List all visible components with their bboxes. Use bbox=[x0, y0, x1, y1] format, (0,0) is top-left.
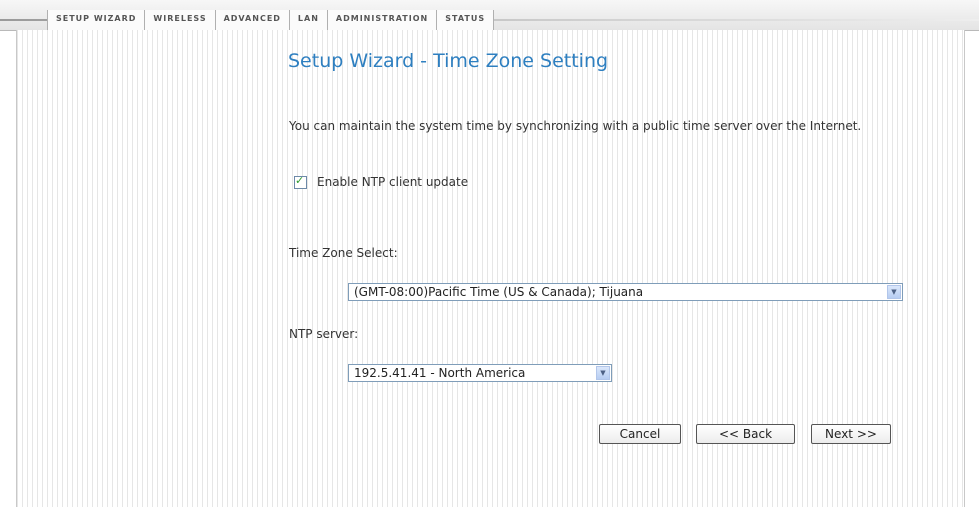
time-zone-value: (GMT-08:00)Pacific Time (US & Canada); T… bbox=[354, 285, 644, 299]
tab-lan[interactable]: LAN bbox=[288, 10, 328, 30]
time-zone-label: Time Zone Select: bbox=[289, 246, 398, 260]
tab-administration[interactable]: Administration bbox=[326, 10, 438, 30]
ntp-server-value: 192.5.41.41 - North America bbox=[354, 366, 526, 380]
ntp-server-dropdown-button[interactable]: ▼ bbox=[596, 366, 610, 380]
ntp-enable-row: ✓ Enable NTP client update bbox=[294, 173, 469, 189]
nav-tabs: Setup Wizard Wireless Advanced LAN Admin… bbox=[47, 10, 495, 30]
page-description: You can maintain the system time by sync… bbox=[289, 119, 862, 133]
top-nav-bar: Setup Wizard Wireless Advanced LAN Admin… bbox=[0, 0, 979, 31]
tab-advanced[interactable]: Advanced bbox=[214, 10, 290, 30]
time-zone-select[interactable]: (GMT-08:00)Pacific Time (US & Canada); T… bbox=[348, 283, 903, 301]
ntp-server-label: NTP server: bbox=[289, 327, 359, 341]
ntp-enable-label: Enable NTP client update bbox=[317, 175, 469, 189]
tab-status[interactable]: Status bbox=[436, 10, 495, 30]
chevron-down-icon: ▼ bbox=[600, 368, 606, 377]
ntp-server-select[interactable]: 192.5.41.41 - North America ▼ bbox=[348, 364, 612, 382]
time-zone-dropdown-button[interactable]: ▼ bbox=[887, 285, 901, 299]
tab-setup-wizard[interactable]: Setup Wizard bbox=[47, 10, 146, 30]
checkmark-icon: ✓ bbox=[295, 173, 305, 187]
page-title: Setup Wizard - Time Zone Setting bbox=[288, 50, 609, 72]
back-button[interactable]: << Back bbox=[696, 424, 795, 444]
tab-wireless[interactable]: Wireless bbox=[144, 10, 216, 30]
ntp-enable-checkbox[interactable]: ✓ bbox=[294, 173, 307, 189]
cancel-button[interactable]: Cancel bbox=[599, 424, 681, 444]
next-button[interactable]: Next >> bbox=[811, 424, 891, 444]
page: Setup Wizard Wireless Advanced LAN Admin… bbox=[0, 0, 979, 507]
chevron-down-icon: ▼ bbox=[891, 287, 897, 296]
